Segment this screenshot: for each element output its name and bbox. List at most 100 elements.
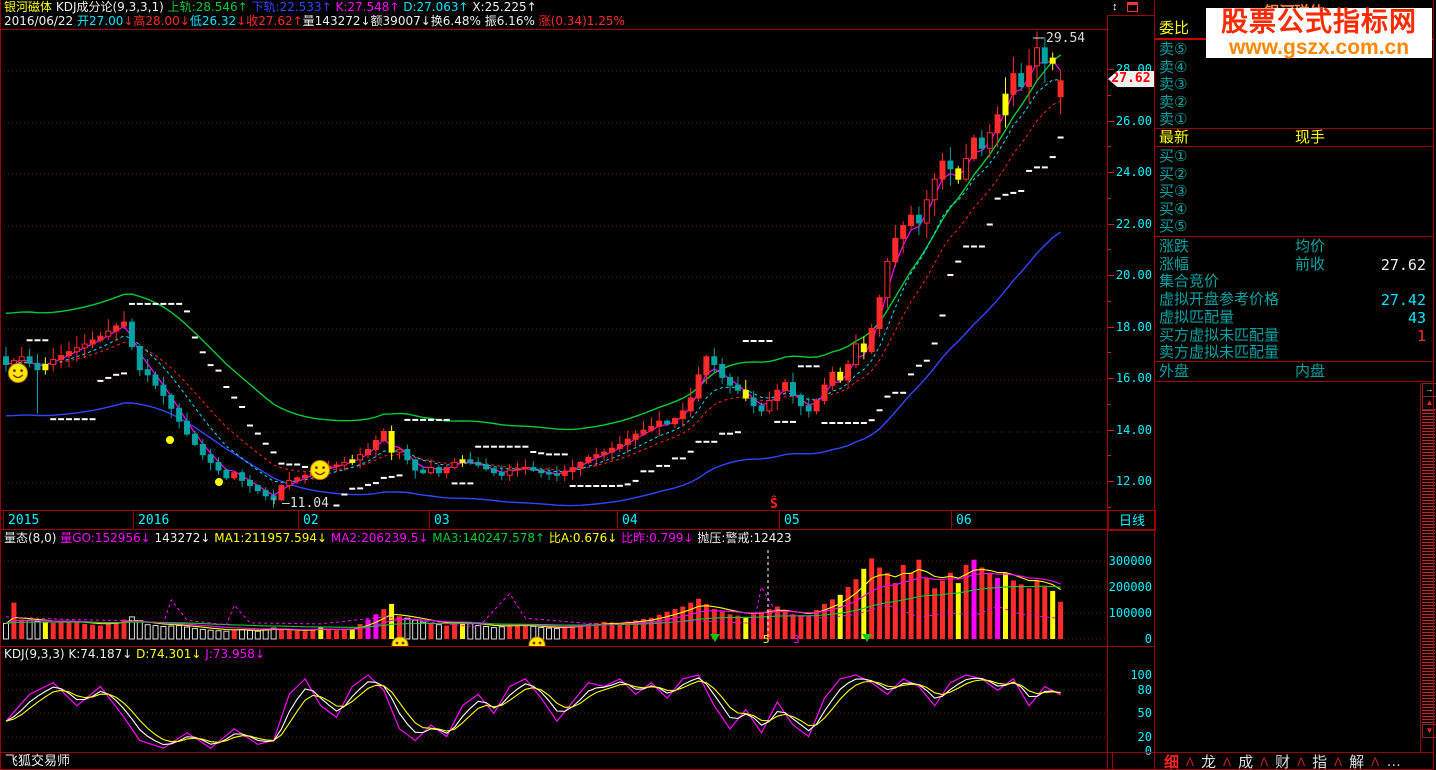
price-axis-tick: [1108, 224, 1114, 225]
signal-3: 3: [793, 633, 800, 646]
header-segment: 银河磁体: [4, 0, 53, 14]
x-axis-tick: [133, 511, 134, 529]
s-signal-marker: Ŝ: [770, 496, 778, 510]
period-selector[interactable]: 日线: [1108, 510, 1156, 531]
window-icon[interactable]: [1127, 2, 1138, 12]
border-chart-right: [1107, 15, 1108, 769]
header-segment: 量143272: [302, 14, 361, 28]
border-sidebar-left: [1154, 0, 1155, 770]
sidebar-tab-3[interactable]: 成: [1231, 751, 1260, 770]
info-value: 27.42: [1380, 291, 1426, 310]
header-segment: 低26.32: [189, 14, 237, 28]
price-axis-tick: [1108, 404, 1111, 405]
buy-level-2[interactable]: 买②: [1159, 166, 1187, 184]
sidebar-tab-5[interactable]: 指: [1305, 751, 1334, 770]
price-axis-tick: [1108, 455, 1111, 456]
buy-level-5[interactable]: 买⑤: [1159, 218, 1187, 236]
x-axis-label: 2015: [8, 513, 40, 528]
sell-level-3[interactable]: 卖③: [1159, 76, 1187, 94]
volume-axis-label: 100000: [1108, 606, 1152, 620]
low-price-label: —11.04: [282, 496, 329, 510]
x-axis-tick: [298, 511, 299, 529]
candlestick-layer: [3, 31, 1064, 508]
trading-terminal-window: 银河磁体 KDJ成分论(9,3,3,1) 上轨:28.546↑ 下轨:22.53…: [0, 0, 1436, 770]
header-segment: 比A:0.676↓: [545, 531, 618, 545]
sidebar-tab-1[interactable]: 细: [1157, 751, 1186, 770]
buy-level-4[interactable]: 买④: [1159, 201, 1187, 219]
info-label: 涨跌: [1159, 238, 1190, 255]
info-label-mid: 均价: [1295, 238, 1326, 255]
x-axis-label: 05: [784, 513, 800, 528]
header-segment: D:74.301↓: [132, 647, 202, 661]
header-segment: 2016/06/22: [4, 14, 77, 28]
buy-level-1[interactable]: 买①: [1159, 148, 1187, 166]
main-indicator-header: 银河磁体 KDJ成分论(9,3,3,1) 上轨:28.546↑ 下轨:22.53…: [4, 0, 537, 15]
price-axis-tick: [1108, 172, 1114, 173]
price-axis-tick: [1108, 481, 1114, 482]
price-axis-tick: [1108, 301, 1111, 302]
price-axis-label: 24.00: [1115, 165, 1152, 179]
x-axis-label: 04: [622, 513, 638, 528]
info-label: 涨幅: [1159, 255, 1190, 273]
header-segment: ↓: [360, 14, 371, 28]
price-axis-tick: [1108, 198, 1111, 199]
yellow-dot-marker: [215, 478, 223, 486]
xaxis-top-line: [0, 510, 1155, 511]
anchor-icon[interactable]: ↕: [1112, 1, 1118, 13]
price-axis-tick: [1108, 378, 1114, 379]
sidebar-tab-7[interactable]: …: [1379, 753, 1408, 770]
header-segment: 上轨:28.546↑: [167, 0, 248, 14]
kdj-indicator-header: KDJ(9,3,3) K:74.187↓ D:74.301↓ J:73.958↓: [4, 647, 265, 662]
price-axis-tick: [1108, 95, 1111, 96]
sell-level-2[interactable]: 卖②: [1159, 94, 1187, 112]
buy-level-3[interactable]: 买③: [1159, 183, 1187, 201]
price-axis-tick: [1108, 327, 1114, 328]
outer-volume-label: 外盘: [1159, 363, 1190, 380]
sell-level-1[interactable]: 卖①: [1159, 111, 1187, 129]
header-segment: 涨(0.34)1.25%: [538, 14, 625, 28]
status-bar: 飞狐交易师: [0, 752, 1113, 770]
sidebar-divider: [1155, 361, 1434, 362]
x-axis-tick: [3, 511, 4, 529]
sell-level-4[interactable]: 卖④: [1159, 59, 1187, 77]
volume-indicator-header: 量态(8,0) 量GO:152956↓ 143272↓ MA1:211957.5…: [4, 531, 792, 546]
tab-separator: Λ: [1334, 754, 1343, 769]
green-baseline-ticks: [454, 633, 1062, 639]
volume-axis-label: 200000: [1108, 580, 1152, 594]
header-segment: 开27.00: [76, 14, 124, 28]
signal-5: 5: [763, 633, 770, 646]
sidebar-tab-2[interactable]: 龙: [1194, 751, 1223, 770]
sidebar-tab-6[interactable]: 解: [1342, 751, 1371, 770]
smiley-marker: [310, 460, 330, 480]
header-segment: ↓: [236, 14, 247, 28]
header-segment: ↑: [292, 14, 303, 28]
smiley-marker: [8, 363, 28, 383]
sell-level-5[interactable]: 卖⑤: [1159, 41, 1187, 59]
info-label: 集合竞价: [1159, 273, 1220, 291]
header-segment: KDJ成分论(9,3,3,1): [52, 0, 168, 14]
price-axis-label: 16.00: [1115, 371, 1152, 385]
main-candlestick-chart[interactable]: Ŝ —11.04 29.54: [0, 30, 1108, 513]
price-axis-tick: [1108, 69, 1114, 70]
tab-separator: Λ: [1297, 754, 1306, 769]
header-segment: KDJ(9,3,3): [4, 647, 69, 661]
x-axis-tick: [429, 511, 430, 529]
kdj-chart-svg: [0, 674, 1108, 749]
tab-separator: Λ: [1260, 754, 1269, 769]
header-segment: 振6.16%: [484, 14, 539, 28]
app-name: 飞狐交易师: [5, 753, 71, 768]
window-icon-bar: [1128, 3, 1137, 5]
header-segment: ↓: [179, 14, 190, 28]
kdj-chart[interactable]: [0, 662, 1108, 752]
x-axis-label: 06: [956, 513, 972, 528]
info-label: 虚拟开盘参考价格: [1159, 291, 1280, 309]
header-segment: 比昨:0.799↓: [617, 531, 694, 545]
header-segment: MA3:140247.578↑: [428, 531, 546, 545]
header-segment: 量GO:152956↓: [60, 531, 151, 545]
kdj-axis-label: 20: [1137, 730, 1152, 744]
sidebar-tab-4[interactable]: 财: [1268, 751, 1297, 770]
volume-chart[interactable]: 53: [0, 546, 1108, 654]
price-axis-tick: [1108, 275, 1114, 276]
chart-top-line: [0, 29, 1108, 30]
kdj-axis-label: 0: [1144, 744, 1152, 758]
